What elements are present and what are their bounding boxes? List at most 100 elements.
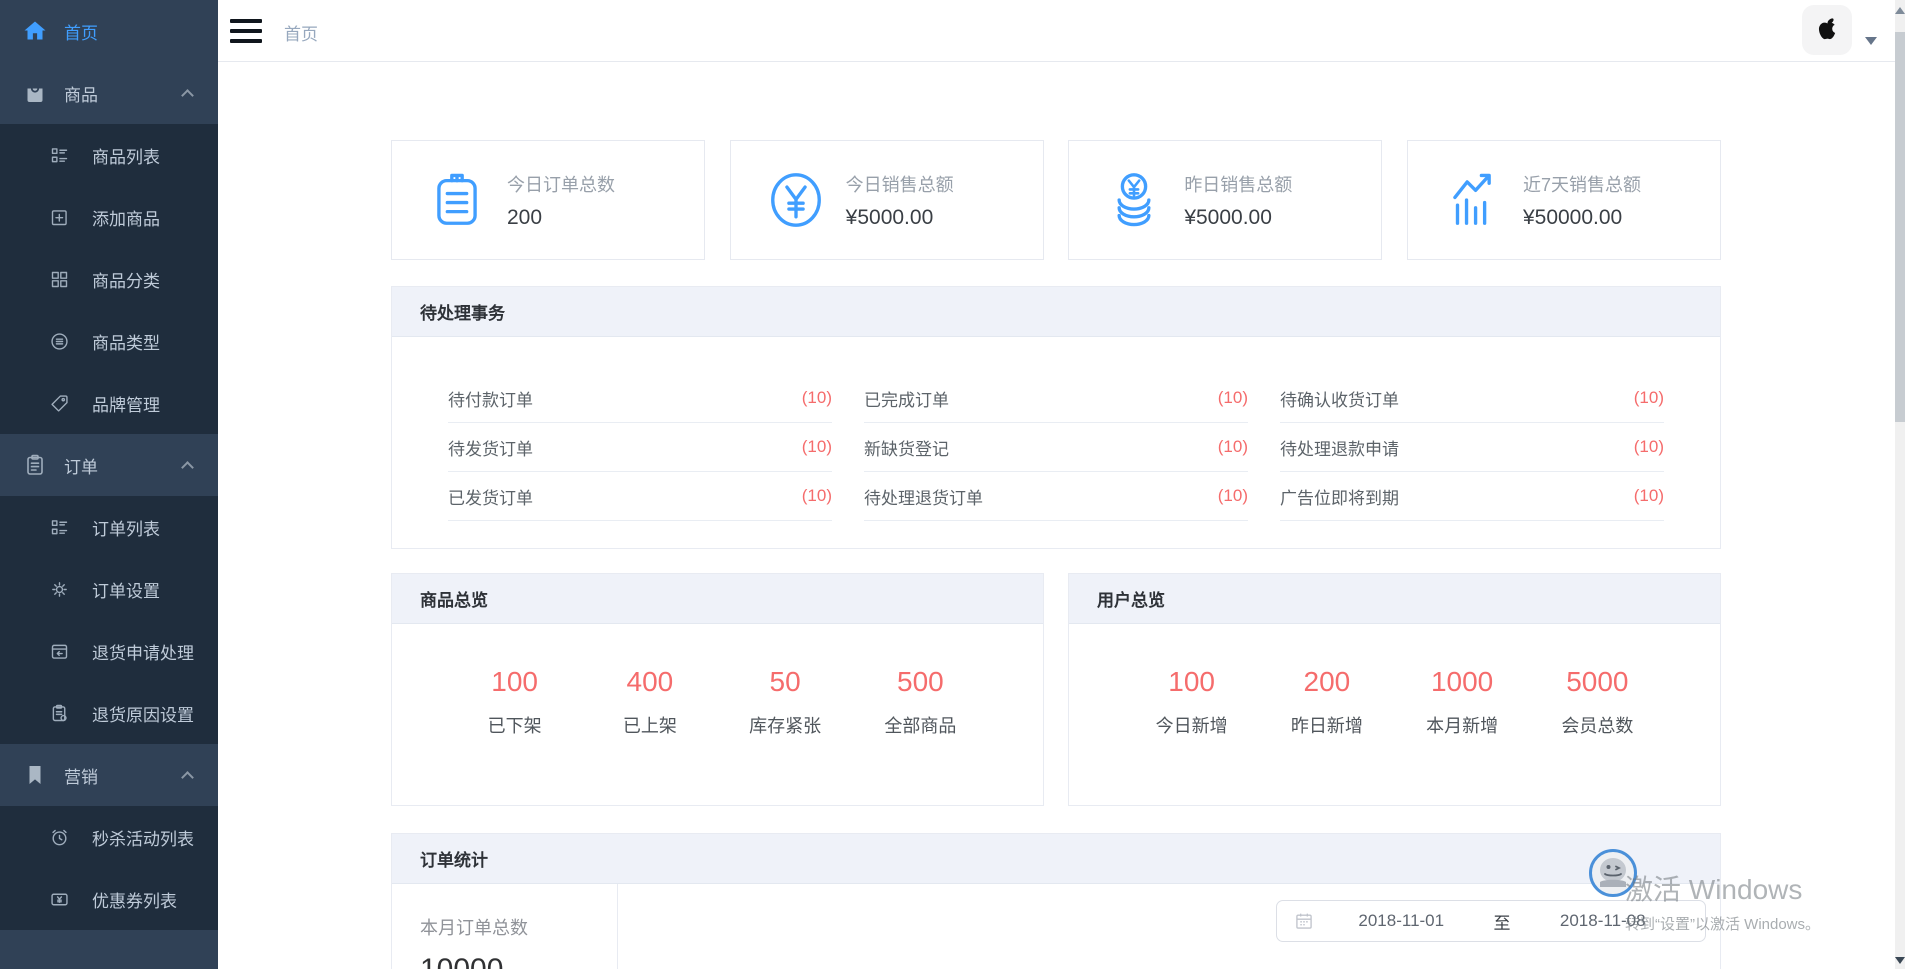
sidebar-item-coupon-list[interactable]: 优惠券列表 [0,868,218,930]
todo-label: 待处理退货订单 [864,484,983,509]
todo-item[interactable]: 已完成订单 (10) [864,374,1248,423]
todo-column: 待付款订单 (10) 待发货订单 (10) 已发货订单 (10) [448,374,832,521]
overview-stat[interactable]: 1000 本月新增 [1395,666,1530,738]
stat-label: 已下架 [447,712,582,738]
stat-card-week-sales[interactable]: 近7天销售总额 ¥50000.00 [1407,140,1721,260]
sidebar-item-label: 订单设置 [92,577,160,602]
todo-item[interactable]: 待处理退款申请 (10) [1280,423,1664,472]
stat-card-value: ¥5000.00 [1184,206,1292,230]
submenu-order: 订单列表 订单设置 退货申请处理 退货原因设置 [0,496,218,744]
sidebar-group-label: 订单 [64,453,98,478]
todo-count: (10) [1634,388,1664,408]
todo-item[interactable]: 待发货订单 (10) [448,423,832,472]
date-start-input[interactable]: 2018-11-01 [1315,911,1488,931]
todo-item[interactable]: 待确认收货订单 (10) [1280,374,1664,423]
qq-messenger-icon[interactable] [1589,849,1637,897]
todo-count: (10) [1634,437,1664,457]
overview-stat[interactable]: 100 今日新增 [1124,666,1259,738]
sidebar-item-return-apply[interactable]: 退货申请处理 [0,620,218,682]
sidebar-group-product[interactable]: 商品 [0,62,218,124]
sidebar-item-label: 商品列表 [92,143,160,168]
sidebar-item-home[interactable]: 首页 [0,0,218,62]
caret-down-icon[interactable] [1865,37,1877,45]
panel-title: 商品总览 [392,574,1043,624]
sidebar-item-brand[interactable]: 品牌管理 [0,372,218,434]
todo-item[interactable]: 广告位即将到期 (10) [1280,472,1664,521]
stat-label: 全部商品 [853,712,988,738]
scrollbar-thumb[interactable] [1895,32,1905,422]
todo-count: (10) [802,486,832,506]
sidebar-item-product-list[interactable]: 商品列表 [0,124,218,186]
chevron-up-icon [181,461,194,474]
tag-icon [48,392,70,414]
scroll-down-arrow-icon[interactable] [1895,957,1905,964]
sidebar-item-label: 订单列表 [92,515,160,540]
stat-value: 100 [447,666,582,698]
sidebar-group-order[interactable]: 订单 [0,434,218,496]
sidebar-group-marketing[interactable]: 营销 [0,744,218,806]
clipboard-icon [22,452,48,478]
todo-item[interactable]: 待处理退货订单 (10) [864,472,1248,521]
overview-stat[interactable]: 5000 会员总数 [1530,666,1665,738]
todo-column: 待确认收货订单 (10) 待处理退款申请 (10) 广告位即将到期 (10) [1280,374,1664,521]
sidebar-item-label: 退货申请处理 [92,639,194,664]
overview-stat[interactable]: 200 昨日新增 [1259,666,1394,738]
chevron-up-icon [181,771,194,784]
return-box-icon [48,640,70,662]
stat-card-today-sales[interactable]: 今日销售总额 ¥5000.00 [730,140,1044,260]
sidebar-item-flash-list[interactable]: 秒杀活动列表 [0,806,218,868]
plus-square-icon [48,206,70,228]
sidebar-item-label: 退货原因设置 [92,701,194,726]
metric-value: 10000 [420,953,617,969]
overview-stat[interactable]: 400 已上架 [582,666,717,738]
grid-icon [48,268,70,290]
stat-label: 本月新增 [1395,712,1530,738]
avatar[interactable] [1802,5,1852,55]
todo-label: 已发货订单 [448,484,533,509]
stat-card-yesterday-sales[interactable]: 昨日销售总额 ¥5000.00 [1068,140,1382,260]
stat-card-today-orders[interactable]: 今日订单总数 200 [391,140,705,260]
stat-label: 今日新增 [1124,712,1259,738]
stat-value: 5000 [1530,666,1665,698]
order-stats-panel: 订单统计 本月订单总数 10000 2018-11-01 至 2018-11-0… [391,833,1721,969]
sidebar-item-label: 秒杀活动列表 [92,825,194,850]
todo-item[interactable]: 新缺货登记 (10) [864,423,1248,472]
stat-value: 500 [853,666,988,698]
stat-card-value: 200 [507,206,615,230]
scroll-up-arrow-icon[interactable] [1895,7,1905,14]
sidebar-item-return-reason[interactable]: 退货原因设置 [0,682,218,744]
overview-stat[interactable]: 100 已下架 [447,666,582,738]
sidebar-item-order-setting[interactable]: 订单设置 [0,558,218,620]
overview-stat[interactable]: 500 全部商品 [853,666,988,738]
todo-column: 已完成订单 (10) 新缺货登记 (10) 待处理退货订单 (10) [864,374,1248,521]
vertical-scrollbar[interactable] [1895,0,1905,969]
sidebar-item-product-category[interactable]: 商品分类 [0,248,218,310]
circle-list-icon [48,330,70,352]
date-end-input[interactable]: 2018-11-08 [1517,911,1690,931]
date-range-picker[interactable]: 2018-11-01 至 2018-11-08 [1276,900,1706,942]
sidebar-group-label: 商品 [64,81,98,106]
chevron-up-icon [181,89,194,102]
hamburger-menu-icon[interactable] [230,19,262,43]
todo-count: (10) [1218,437,1248,457]
gear-icon [48,578,70,600]
todo-item[interactable]: 待付款订单 (10) [448,374,832,423]
stat-card-label: 今日销售总额 [846,171,954,197]
sidebar-item-label: 商品类型 [92,329,160,354]
sidebar-item-product-type[interactable]: 商品类型 [0,310,218,372]
todo-label: 待发货订单 [448,435,533,460]
metric-label: 本月订单总数 [420,914,617,940]
todo-item[interactable]: 已发货订单 (10) [448,472,832,521]
todo-panel: 待处理事务 待付款订单 (10) 待发货订单 (10) 已发货订单 [391,286,1721,549]
sidebar-item-product-add[interactable]: 添加商品 [0,186,218,248]
overview-stat[interactable]: 50 库存紧张 [718,666,853,738]
coins-icon [1101,167,1167,233]
breadcrumb[interactable]: 首页 [284,20,318,45]
sidebar-item-order-list[interactable]: 订单列表 [0,496,218,558]
todo-count: (10) [802,437,832,457]
list-icon [48,144,70,166]
submenu-product: 商品列表 添加商品 商品分类 商品类型 [0,124,218,434]
clipboard-gear-icon [48,702,70,724]
todo-label: 待处理退款申请 [1280,435,1399,460]
sidebar-item-label: 品牌管理 [92,391,160,416]
